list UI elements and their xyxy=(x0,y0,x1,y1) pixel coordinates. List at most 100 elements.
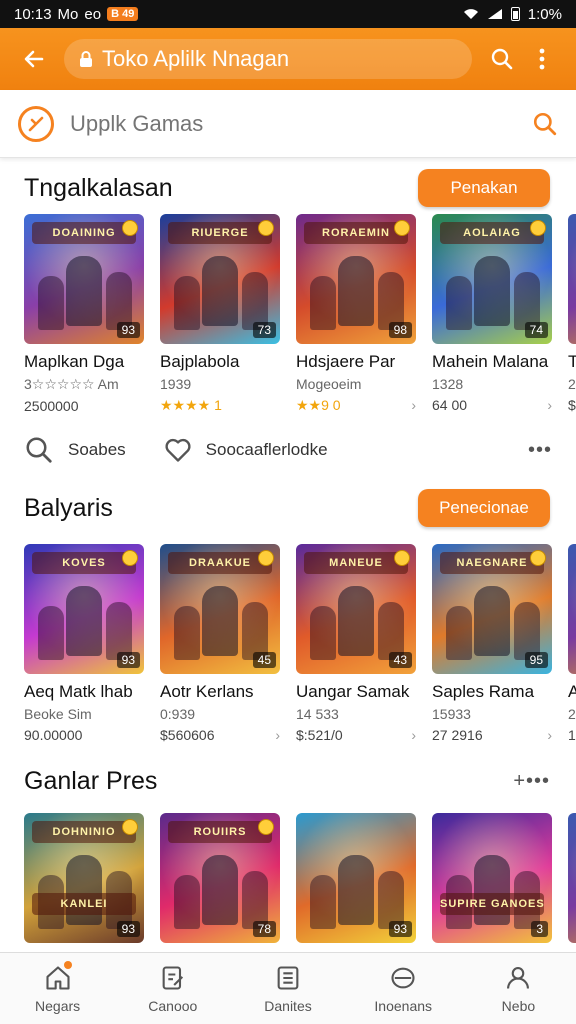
app-subtitle: 1328 xyxy=(432,376,464,392)
bottom-nav: Negars Canooo Danites Inoenans Nebo xyxy=(0,952,576,1024)
app-meta: 2500000 xyxy=(24,398,144,414)
coin-icon xyxy=(530,550,546,566)
app-meta-value: $560606 xyxy=(160,727,215,743)
app-name: Mahein Malana xyxy=(432,352,549,371)
app-thumbnail[interactable] xyxy=(568,544,576,674)
nav-home[interactable]: Negars xyxy=(0,953,115,1024)
app-thumbnail[interactable]: KOVES 93 xyxy=(24,544,144,674)
card-row: DOHNINIO KANLEI 93 ROUIIRS 78 93 SUPIRE GANOES… xyxy=(0,813,576,943)
app-thumbnail[interactable]: SUPIRE GANOES 3 xyxy=(432,813,552,943)
nav-profile[interactable]: Nebo xyxy=(461,953,576,1024)
clock: 10:13 xyxy=(14,5,52,23)
action-label: Soabes xyxy=(68,440,126,459)
thumbnail-title: RORAEMIN xyxy=(304,222,408,244)
app-card[interactable]: A 2 1 xyxy=(568,544,576,743)
app-thumbnail[interactable]: 93 xyxy=(296,813,416,943)
app-thumbnail[interactable]: DRAAKUE 45 xyxy=(160,544,280,674)
back-button[interactable] xyxy=(14,39,54,79)
search-action[interactable]: Soabes xyxy=(24,435,126,465)
app-meta-value: 27 2916 xyxy=(432,727,483,743)
app-card[interactable]: DRAAKUE 45 Aotr Kerlans 0:939 $560606 › xyxy=(160,544,280,743)
nav-tag[interactable]: Inoenans xyxy=(346,953,461,1024)
app-bar-search-button[interactable] xyxy=(482,39,522,79)
app-thumbnail[interactable]: DOAINING 93 xyxy=(24,214,144,344)
app-thumbnail[interactable]: DOHNINIO KANLEI 93 xyxy=(24,813,144,943)
nav-label: Inoenans xyxy=(374,997,433,1014)
battery-level: 1:0% xyxy=(527,5,562,23)
nav-label: Negars xyxy=(35,997,81,1014)
app-name: Uangar Samak xyxy=(296,682,410,701)
thumbnail-title: MANEUE xyxy=(304,552,408,574)
app-name: Maplkan Dga xyxy=(24,352,125,371)
search-input[interactable] xyxy=(70,110,532,137)
rating-badge: 73 xyxy=(252,322,276,338)
app-card[interactable]: KOVES 93 Aeq Matk lhab Beoke Sim 90.00000 xyxy=(24,544,144,743)
section-action-button[interactable]: Penakan xyxy=(418,169,550,207)
app-card[interactable]: AOLAIAG 74 Mahein Malana 1328 64 00 › xyxy=(432,214,552,414)
app-thumbnail[interactable] xyxy=(568,813,576,943)
app-meta-value: ★★★★ 1 xyxy=(160,397,222,413)
app-card[interactable]: RIUERGE 73 Bajplabola 1939 ★★★★ 1 xyxy=(160,214,280,414)
app-card[interactable]: NAEGNARE 95 Saples Rama 15933 27 2916 › xyxy=(432,544,552,743)
app-card[interactable]: DOHNINIO KANLEI 93 xyxy=(24,813,144,943)
app-bar: Toko Aplilk Nnagan xyxy=(0,28,576,90)
app-card[interactable] xyxy=(568,813,576,943)
section-more-button[interactable]: +••• xyxy=(513,770,550,793)
section-action-button[interactable]: Penecionae xyxy=(418,489,550,527)
app-card[interactable]: MANEUE 43 Uangar Samak 14 533 $:521/0 › xyxy=(296,544,416,743)
app-thumbnail[interactable]: ROUIIRS 78 xyxy=(160,813,280,943)
app-name: Aeq Matk lhab xyxy=(24,682,133,701)
coin-icon xyxy=(394,220,410,236)
app-card[interactable]: DOAINING 93 Maplkan Dga 3☆☆☆☆☆ Am 2500000 xyxy=(24,214,144,414)
app-meta: 90.00000 xyxy=(24,727,144,743)
coin-icon xyxy=(122,819,138,835)
app-meta: $:521/0 › xyxy=(296,727,416,743)
app-thumbnail[interactable]: RORAEMIN 98 xyxy=(296,214,416,344)
chevron-right-icon: › xyxy=(547,397,552,413)
app-card[interactable]: SUPIRE GANOES 3 xyxy=(432,813,552,943)
app-subtitle: 2 xyxy=(568,376,576,392)
favorite-action[interactable]: Soocaaflerlodke xyxy=(164,437,328,463)
store-logo-icon xyxy=(18,105,54,142)
chevron-right-icon: › xyxy=(411,727,416,743)
battery-icon xyxy=(510,7,520,21)
app-subtitle: Beoke Sim xyxy=(24,706,92,722)
action-label: Soocaaflerlodke xyxy=(205,440,328,459)
notification-badge: B 49 xyxy=(107,7,139,21)
rating-badge: 93 xyxy=(116,921,140,937)
nav-edit[interactable]: Canooo xyxy=(115,953,230,1024)
list-icon xyxy=(277,965,299,990)
app-subtitle: Mogeoeim xyxy=(296,376,362,392)
chevron-right-icon: › xyxy=(547,727,552,743)
more-options-icon[interactable]: ••• xyxy=(528,439,552,462)
app-card[interactable]: RORAEMIN 98 Hdsjaere Par Mogeoeim ★★9 0 › xyxy=(296,214,416,414)
tag-icon xyxy=(391,967,415,988)
coin-icon xyxy=(394,550,410,566)
nav-list[interactable]: Danites xyxy=(230,953,345,1024)
rating-badge: 45 xyxy=(252,652,276,668)
app-meta: 64 00 › xyxy=(432,397,552,413)
app-card[interactable]: 93 xyxy=(296,813,416,943)
app-thumbnail[interactable]: MANEUE 43 xyxy=(296,544,416,674)
app-title: Toko Aplilk Nnagan xyxy=(64,39,472,79)
search-icon xyxy=(491,48,513,70)
thumbnail-caption: SUPIRE GANOES xyxy=(440,893,544,915)
overflow-menu-button[interactable] xyxy=(522,39,562,79)
section-title: Ganlar Pres xyxy=(24,766,158,795)
app-subtitle: 2 xyxy=(568,706,576,722)
search-submit-icon[interactable] xyxy=(532,111,558,137)
coin-icon xyxy=(530,220,546,236)
coin-icon xyxy=(122,550,138,566)
signal-icon xyxy=(487,9,502,19)
app-subtitle: 15933 xyxy=(432,706,471,722)
app-meta: ★★9 0 › xyxy=(296,397,416,414)
chevron-right-icon: › xyxy=(275,727,280,743)
app-card[interactable]: Tu 2 $ xyxy=(568,214,576,414)
app-thumbnail[interactable] xyxy=(568,214,576,344)
app-thumbnail[interactable]: RIUERGE 73 xyxy=(160,214,280,344)
app-card[interactable]: ROUIIRS 78 xyxy=(160,813,280,943)
app-thumbnail[interactable]: AOLAIAG 74 xyxy=(432,214,552,344)
app-thumbnail[interactable]: NAEGNARE 95 xyxy=(432,544,552,674)
rating-badge: 43 xyxy=(388,652,412,668)
app-meta-value: $:521/0 xyxy=(296,727,343,743)
